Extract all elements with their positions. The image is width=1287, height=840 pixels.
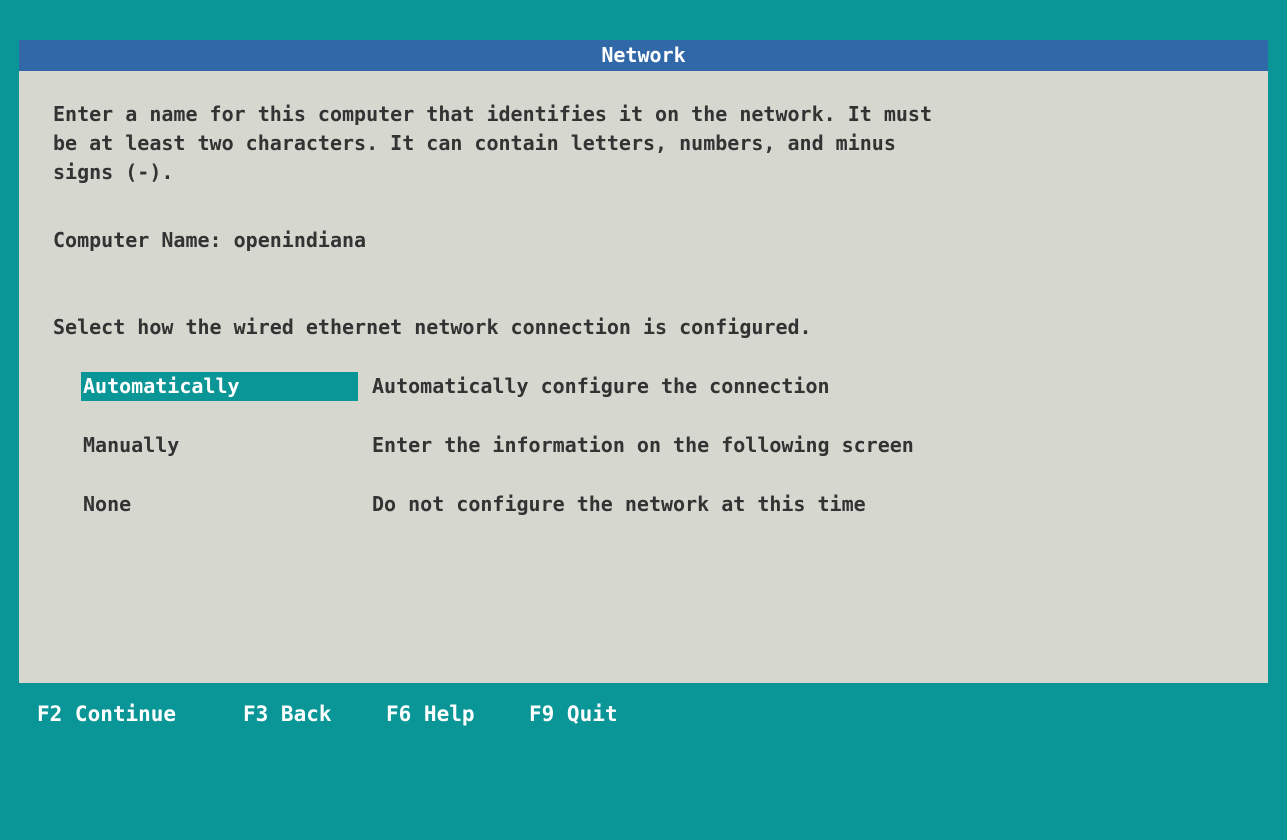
option-manually[interactable]: Manually Enter the information on the fo… [81, 431, 1261, 460]
intro-line-1: Enter a name for this computer that iden… [53, 102, 932, 126]
select-prompt: Select how the wired ethernet network co… [53, 315, 812, 339]
network-dialog: Network Enter a name for this computer t… [19, 40, 1268, 683]
intro-line-2: be at least two characters. It can conta… [53, 131, 896, 155]
function-key-bar: F2 Continue F3 Back F6 Help F9 Quit [0, 700, 1287, 728]
f9-quit-key[interactable]: F9 Quit [529, 700, 618, 728]
f3-back-key[interactable]: F3 Back [243, 700, 332, 728]
intro-text: Enter a name for this computer that iden… [53, 100, 932, 187]
option-description: Automatically configure the connection [372, 374, 830, 398]
option-none[interactable]: None Do not configure the network at thi… [81, 490, 1261, 519]
option-automatically[interactable]: Automatically Automatically configure th… [81, 372, 1261, 401]
f2-continue-key[interactable]: F2 Continue [37, 700, 176, 728]
computer-name-label: Computer Name: [53, 228, 222, 252]
option-label[interactable]: Automatically [81, 372, 358, 401]
option-label[interactable]: Manually [81, 431, 358, 460]
f6-help-key[interactable]: F6 Help [386, 700, 475, 728]
option-description: Do not configure the network at this tim… [372, 492, 866, 516]
option-description: Enter the information on the following s… [372, 433, 914, 457]
intro-line-3: signs (-). [53, 160, 174, 184]
option-label[interactable]: None [81, 490, 358, 519]
computer-name-field[interactable]: openindiana [234, 228, 366, 252]
computer-name-row: Computer Name: openindiana [53, 226, 366, 255]
dialog-title: Network [19, 40, 1268, 71]
